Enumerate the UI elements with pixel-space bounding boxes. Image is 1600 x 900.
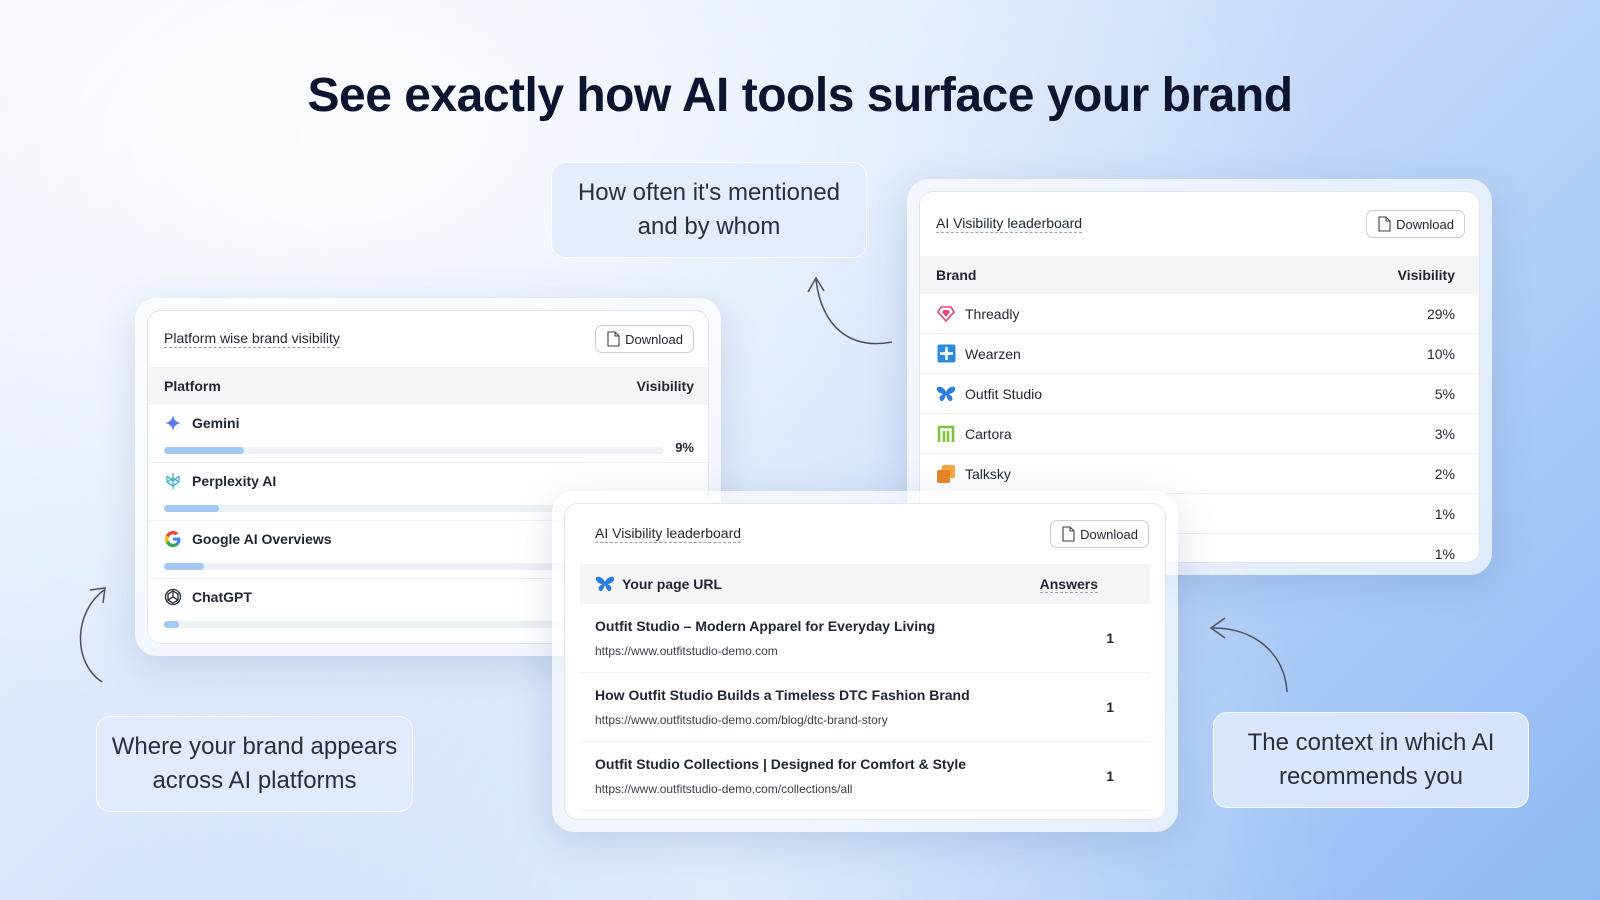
brand-row-outfit-studio[interactable]: Outfit Studio 5% bbox=[920, 374, 1479, 414]
brand-row-threadly[interactable]: Threadly 29% bbox=[920, 294, 1479, 334]
brand-name: Talksky bbox=[965, 465, 1011, 482]
brand-visibility: 29% bbox=[1426, 305, 1455, 322]
curved-arrow-icon bbox=[1209, 617, 1288, 693]
column-platform: Platform bbox=[164, 378, 221, 394]
visibility-percent: 9% bbox=[675, 440, 694, 455]
callout-context: The context in which AI recommends you bbox=[1213, 712, 1529, 808]
url-row[interactable]: Outfit Studio Collections | Designed for… bbox=[580, 742, 1150, 811]
column-page-url: Your page URL bbox=[622, 576, 723, 592]
curved-arrow-icon bbox=[807, 276, 893, 345]
page-url[interactable]: https://www.outfitstudio-demo.com/collec… bbox=[595, 782, 966, 796]
download-button[interactable]: Download bbox=[1050, 520, 1149, 548]
brand-visibility: 2% bbox=[1434, 465, 1455, 482]
csv-file-icon bbox=[1378, 216, 1391, 232]
table-header: Your page URL Answers bbox=[580, 564, 1150, 604]
column-visibility: Visibility bbox=[1397, 267, 1455, 283]
url-leaderboard-panel: AI Visibility leaderboard Download Your … bbox=[564, 503, 1166, 820]
page-url[interactable]: https://www.outfitstudio-demo.com/blog/d… bbox=[595, 713, 970, 727]
card-title: Platform wise brand visibility bbox=[164, 330, 340, 348]
table-header: Brand Visibility bbox=[920, 256, 1479, 294]
callout-appears: Where your brand appears across AI platf… bbox=[96, 716, 413, 812]
visibility-bar-fill bbox=[164, 505, 219, 512]
visibility-bar bbox=[164, 447, 664, 454]
page-headline: See exactly how AI tools surface your br… bbox=[307, 69, 1293, 122]
callout-appears-line2: across AI platforms bbox=[152, 767, 357, 794]
visibility-bar-fill bbox=[164, 563, 204, 570]
callout-context-line2: recommends you bbox=[1278, 763, 1464, 790]
brand-visibility: 5% bbox=[1434, 385, 1455, 402]
platform-name: ChatGPT bbox=[192, 589, 252, 605]
curved-arrow-icon bbox=[79, 587, 106, 683]
card-header: AI Visibility leaderboard Download bbox=[565, 504, 1165, 564]
brand-row-cartora[interactable]: Cartora 3% bbox=[920, 414, 1479, 454]
perplexity-icon bbox=[164, 472, 182, 490]
brand-name: Outfit Studio bbox=[965, 385, 1043, 402]
download-button[interactable]: Download bbox=[595, 325, 694, 353]
answer-count: 1 bbox=[1106, 630, 1114, 646]
column-answers[interactable]: Answers bbox=[1039, 576, 1098, 593]
page-title: Outfit Studio Collections | Designed for… bbox=[595, 756, 967, 772]
brand-visibility: 1% bbox=[1434, 546, 1455, 562]
visibility-bar-fill bbox=[164, 621, 179, 628]
platform-name: Gemini bbox=[192, 415, 240, 431]
page-title: Outfit Studio – Modern Apparel for Every… bbox=[595, 618, 936, 634]
callout-mentions: How often it's mentioned and by whom bbox=[551, 162, 867, 258]
card-header: Platform wise brand visibility Download bbox=[148, 311, 708, 367]
brand-visibility: 10% bbox=[1426, 345, 1455, 362]
callout-mentions-line2: and by whom bbox=[637, 213, 781, 240]
csv-file-icon bbox=[607, 331, 620, 347]
platform-row-gemini[interactable]: Gemini 9% bbox=[148, 405, 708, 463]
answer-count: 1 bbox=[1106, 699, 1114, 715]
callout-context-line1: The context in which AI bbox=[1247, 729, 1495, 756]
platform-name: Google AI Overviews bbox=[192, 531, 332, 547]
download-label: Download bbox=[625, 331, 683, 347]
page-url[interactable]: https://www.outfitstudio-demo.com bbox=[595, 644, 935, 658]
m-logo-icon bbox=[936, 424, 956, 444]
brand-row-wearzen[interactable]: Wearzen 10% bbox=[920, 334, 1479, 374]
visibility-bar-fill bbox=[164, 447, 244, 454]
stacked-squares-icon bbox=[936, 464, 956, 484]
url-leaderboard-card: AI Visibility leaderboard Download Your … bbox=[552, 491, 1178, 832]
callout-mentions-line1: How often it's mentioned bbox=[577, 179, 841, 206]
card-title: AI Visibility leaderboard bbox=[595, 525, 742, 543]
answer-count: 1 bbox=[1106, 768, 1114, 784]
card-header: AI Visibility leaderboard Download bbox=[920, 192, 1479, 256]
square-cross-icon bbox=[936, 344, 956, 364]
brand-name: Wearzen bbox=[965, 345, 1021, 362]
brand-row-talksky[interactable]: Talksky 2% bbox=[920, 454, 1479, 494]
platform-name: Perplexity AI bbox=[192, 473, 277, 489]
url-row[interactable]: Outfit Studio – Modern Apparel for Every… bbox=[580, 604, 1150, 673]
download-label: Download bbox=[1396, 216, 1454, 232]
butterfly-icon bbox=[595, 574, 615, 594]
column-visibility: Visibility bbox=[636, 378, 694, 394]
url-row[interactable]: How Outfit Studio Builds a Timeless DTC … bbox=[580, 673, 1150, 742]
brand-visibility: 3% bbox=[1434, 425, 1455, 442]
butterfly-icon bbox=[936, 384, 956, 404]
table-header: Platform Visibility bbox=[148, 367, 708, 405]
column-brand: Brand bbox=[936, 267, 977, 283]
brand-visibility: 1% bbox=[1434, 505, 1455, 522]
google-icon bbox=[164, 530, 182, 548]
brand-name: Threadly bbox=[965, 305, 1020, 322]
callout-appears-line1: Where your brand appears bbox=[111, 733, 398, 760]
download-button[interactable]: Download bbox=[1366, 210, 1465, 238]
brand-name: Cartora bbox=[965, 425, 1012, 442]
gemini-icon bbox=[164, 414, 182, 432]
heart-gem-icon bbox=[936, 304, 956, 324]
download-label: Download bbox=[1080, 526, 1138, 542]
chatgpt-icon bbox=[164, 588, 182, 606]
card-title: AI Visibility leaderboard bbox=[936, 215, 1083, 233]
page-title: How Outfit Studio Builds a Timeless DTC … bbox=[595, 687, 970, 703]
csv-file-icon bbox=[1062, 526, 1075, 542]
